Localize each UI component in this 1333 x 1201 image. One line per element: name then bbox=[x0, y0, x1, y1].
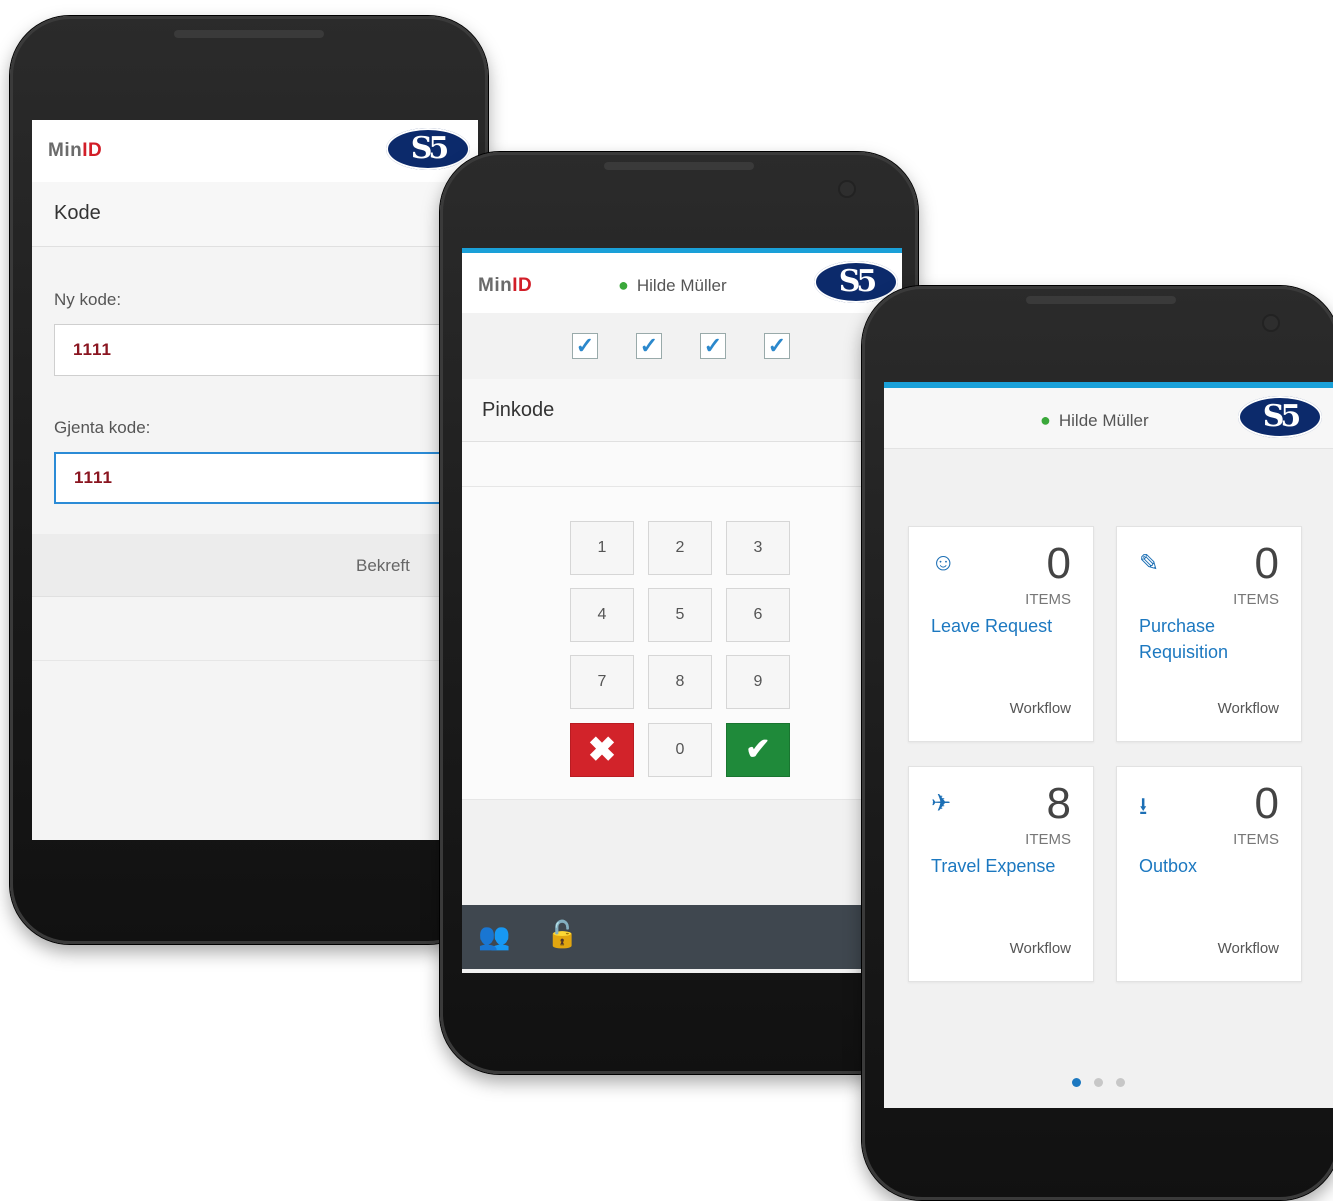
minid-logo: MinID bbox=[478, 275, 533, 297]
tile-count: 0 bbox=[1254, 539, 1279, 588]
cancel-button[interactable]: ✖ bbox=[570, 723, 634, 777]
empty-row bbox=[32, 598, 478, 661]
app-header: MinID ● Hilde Müller S5 bbox=[462, 253, 902, 314]
front-camera bbox=[1264, 316, 1278, 330]
tile-footer: Workflow bbox=[1009, 940, 1071, 957]
minid-logo: MinID bbox=[48, 140, 103, 162]
section-title: Kode bbox=[54, 202, 101, 224]
dashboard-screen: ● Hilde Müller S5 ☺ 0 ITEMS Leave Request… bbox=[884, 382, 1333, 1108]
pin-display bbox=[462, 442, 902, 487]
unlock-icon[interactable]: 🔓 bbox=[546, 919, 578, 950]
tile-count: 8 bbox=[1046, 779, 1071, 828]
new-code-label: Ny kode: bbox=[54, 290, 122, 309]
phone-kode: MinID S5 Kode Ny kode: 1111 Gjenta kode:… bbox=[10, 16, 488, 944]
repeat-code-field[interactable]: 1111 bbox=[54, 452, 478, 504]
repeat-code-label: Gjenta kode: bbox=[54, 418, 151, 437]
tile-outbox[interactable]: ⭳ 0 ITEMS Outbox Workflow bbox=[1116, 766, 1302, 982]
pin-digit-check: ✓ bbox=[572, 333, 598, 359]
confirm-bar: Bekreft bbox=[32, 534, 478, 597]
s5-logo: S5 bbox=[1238, 396, 1322, 438]
tile-footer: Workflow bbox=[1217, 700, 1279, 717]
tile-title: Outbox bbox=[1139, 856, 1198, 876]
edit-icon: ✎ bbox=[1139, 550, 1160, 577]
section-title: Pinkode bbox=[482, 399, 555, 421]
confirm-button[interactable]: Bekreft bbox=[356, 556, 410, 576]
phone-dashboard: ● Hilde Müller S5 ☺ 0 ITEMS Leave Request… bbox=[862, 286, 1333, 1200]
tile-title: Travel Expense bbox=[931, 856, 1056, 876]
tile-items-label: ITEMS bbox=[1025, 591, 1071, 608]
page-dot-active[interactable] bbox=[1072, 1078, 1081, 1087]
tile-travel-expense[interactable]: ✈ 8 ITEMS Travel Expense Workflow bbox=[908, 766, 1094, 982]
user-label: ● Hilde Müller bbox=[618, 275, 727, 296]
tile-items-label: ITEMS bbox=[1025, 831, 1071, 848]
page-dot[interactable] bbox=[1116, 1078, 1125, 1087]
tile-items-label: ITEMS bbox=[1233, 591, 1279, 608]
key-5[interactable]: 5 bbox=[648, 588, 712, 642]
user-name: Hilde Müller bbox=[636, 276, 727, 295]
speaker-grille bbox=[174, 30, 324, 38]
pin-digit-check: ✓ bbox=[764, 333, 790, 359]
key-3[interactable]: 3 bbox=[726, 521, 790, 575]
key-2[interactable]: 2 bbox=[648, 521, 712, 575]
user-name: Hilde Müller bbox=[1058, 411, 1149, 430]
page-dot[interactable] bbox=[1094, 1078, 1103, 1087]
front-camera bbox=[840, 182, 854, 196]
key-0[interactable]: 0 bbox=[648, 723, 712, 777]
speaker-grille bbox=[604, 162, 754, 170]
key-8[interactable]: 8 bbox=[648, 655, 712, 709]
people-icon: ☺ bbox=[931, 549, 956, 576]
plane-icon: ✈ bbox=[931, 790, 952, 817]
pin-progress: ✓ ✓ ✓ ✓ bbox=[462, 313, 902, 380]
tile-title: Purchase Requisition bbox=[1139, 616, 1229, 662]
section-header: Pinkode bbox=[462, 379, 902, 442]
user-label: ● Hilde Müller bbox=[1040, 410, 1149, 431]
pin-digit-check: ✓ bbox=[636, 333, 662, 359]
user-icon: ● bbox=[1040, 410, 1051, 430]
key-7[interactable]: 7 bbox=[570, 655, 634, 709]
tile-leave-request[interactable]: ☺ 0 ITEMS Leave Request Workflow bbox=[908, 526, 1094, 742]
pin-digit-check: ✓ bbox=[700, 333, 726, 359]
key-4[interactable]: 4 bbox=[570, 588, 634, 642]
user-icon: ● bbox=[618, 275, 629, 295]
tile-purchase-requisition[interactable]: ✎ 0 ITEMS Purchase Requisition Workflow bbox=[1116, 526, 1302, 742]
pinkode-screen: MinID ● Hilde Müller S5 ✓ ✓ ✓ ✓ Pinkode 1… bbox=[462, 248, 902, 973]
key-9[interactable]: 9 bbox=[726, 655, 790, 709]
download-icon: ⭳ bbox=[1139, 793, 1148, 820]
new-code-field[interactable]: 1111 bbox=[54, 324, 478, 376]
tile-footer: Workflow bbox=[1217, 940, 1279, 957]
keypad: 1 2 3 4 5 6 7 8 9 ✖ 0 ✔ bbox=[462, 487, 902, 800]
tile-count: 0 bbox=[1254, 779, 1279, 828]
ok-button[interactable]: ✔ bbox=[726, 723, 790, 777]
key-6[interactable]: 6 bbox=[726, 588, 790, 642]
app-header: MinID S5 bbox=[32, 120, 478, 183]
key-1[interactable]: 1 bbox=[570, 521, 634, 575]
bottom-toolbar: 👥 🔓 bbox=[462, 905, 902, 969]
s5-logo: S5 bbox=[386, 128, 470, 170]
app-header: ● Hilde Müller S5 bbox=[884, 388, 1333, 449]
tile-count: 0 bbox=[1046, 539, 1071, 588]
tile-items-label: ITEMS bbox=[1233, 831, 1279, 848]
users-icon[interactable]: 👥 bbox=[478, 921, 510, 952]
speaker-grille bbox=[1026, 296, 1176, 304]
s5-logo: S5 bbox=[814, 261, 898, 303]
section-header: Kode bbox=[32, 182, 478, 247]
phone-pinkode: MinID ● Hilde Müller S5 ✓ ✓ ✓ ✓ Pinkode 1… bbox=[440, 152, 918, 1074]
kode-screen: MinID S5 Kode Ny kode: 1111 Gjenta kode:… bbox=[32, 120, 478, 840]
tile-footer: Workflow bbox=[1009, 700, 1071, 717]
tile-title: Leave Request bbox=[931, 616, 1053, 636]
